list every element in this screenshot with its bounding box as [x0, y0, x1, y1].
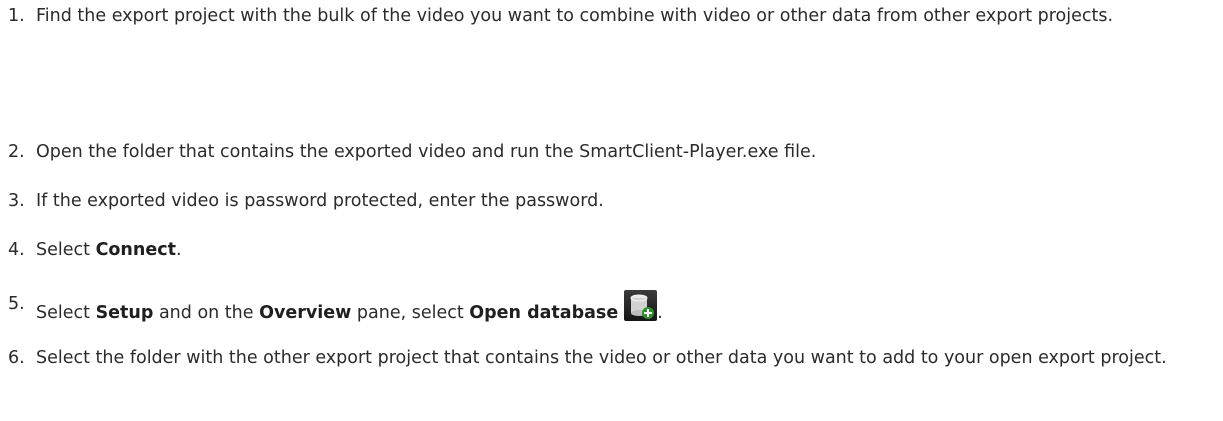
step-text-suffix: .	[657, 303, 663, 323]
step-4: 4. Select Connect.	[0, 236, 1223, 265]
step-text: If the exported video is password protec…	[36, 191, 604, 211]
setup-label: Setup	[95, 303, 154, 323]
open-database-icon	[624, 290, 658, 321]
step-text: Select the folder with the other export …	[36, 348, 1167, 368]
step-text-prefix: Select	[36, 240, 96, 260]
connect-label: Connect	[95, 240, 176, 260]
step-text-suffix: .	[175, 240, 182, 260]
open-database-label: Open database	[469, 303, 619, 323]
step-number: 6.	[8, 348, 25, 368]
step-number: 1.	[8, 6, 25, 26]
step-1: 1. Find the export project with the bulk…	[0, 2, 1223, 31]
step-text: Select Setup and on the Overview pane, s…	[36, 290, 1216, 328]
overview-label: Overview	[259, 303, 352, 323]
step-text-middle: pane, select	[351, 303, 470, 323]
step-text-middle: and on the	[153, 303, 260, 323]
step-6: 6. Select the folder with the other expo…	[0, 344, 1223, 373]
step-3: 3. If the exported video is password pro…	[0, 187, 1223, 216]
step-text-prefix: Select	[36, 303, 96, 323]
step-text: Select Connect.	[36, 236, 1216, 265]
step-number: 4.	[8, 240, 25, 260]
step-2: 2. Open the folder that contains the exp…	[0, 138, 1223, 167]
step-text: Open the folder that contains the export…	[36, 142, 817, 162]
step-number: 3.	[8, 191, 25, 211]
step-number: 2.	[8, 142, 25, 162]
step-5: 5. Select Setup and on the Overview pane…	[0, 290, 1223, 328]
step-number: 5.	[8, 294, 25, 314]
step-text: Find the export project with the bulk of…	[36, 6, 1114, 26]
